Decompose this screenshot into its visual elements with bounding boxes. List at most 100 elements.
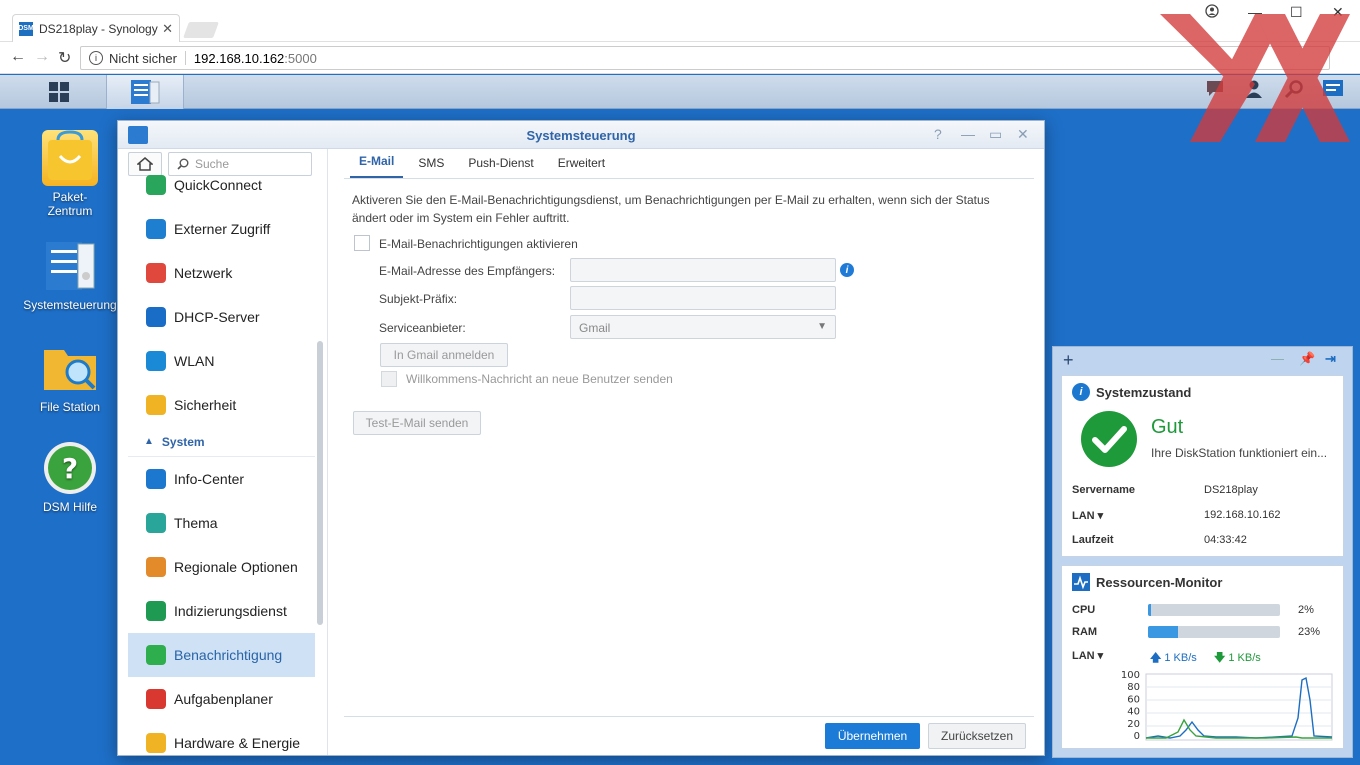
- sidebar-item-label: DHCP-Server: [174, 309, 260, 325]
- subject-prefix-field[interactable]: [570, 286, 836, 310]
- info-icon[interactable]: i: [840, 263, 854, 277]
- sidebar-item-dhcp-server[interactable]: DHCP-Server: [128, 295, 315, 339]
- ram-bar: [1148, 626, 1280, 638]
- sidebar-item-aufgabenplaner[interactable]: Aufgabenplaner: [128, 677, 315, 721]
- sidebar-item-label: Benachrichtigung: [174, 647, 283, 663]
- cpu-bar: [1148, 604, 1280, 616]
- chevron-down-icon: ▼: [817, 321, 827, 332]
- cpu-value: 2%: [1298, 604, 1314, 616]
- network-graph: 1008060 40200: [1121, 670, 1333, 742]
- sidebar-group-system[interactable]: ▲ System: [128, 427, 315, 457]
- sidebar-item-label: QuickConnect: [174, 177, 262, 193]
- server-name-value: DS218play: [1204, 484, 1258, 496]
- widget-panel: + — 📌 ⇥ i Systemzustand Gut Ihre DiskSta…: [1052, 346, 1353, 758]
- info-icon[interactable]: i: [89, 51, 103, 65]
- window-titlebar[interactable]: Systemsteuerung ? — ▭ ✕: [118, 121, 1044, 149]
- sidebar-item-regionale-optionen[interactable]: Regionale Optionen: [128, 545, 315, 589]
- enable-email-checkbox[interactable]: [354, 235, 370, 251]
- control-panel-icon: [42, 238, 98, 294]
- desktop-icon-systemsteuerung[interactable]: Systemsteuerung: [22, 238, 118, 312]
- subject-prefix-label: Subjekt-Präfix:: [379, 292, 458, 306]
- sidebar-item-info-center[interactable]: Info-Center: [128, 457, 315, 501]
- main-panel: E-Mail SMS Push-Dienst Erweitert Aktiver…: [344, 149, 1034, 755]
- health-description: Ihre DiskStation funktioniert ein...: [1151, 446, 1328, 460]
- test-email-button[interactable]: Test-E-Mail senden: [353, 411, 481, 435]
- lan-key[interactable]: LAN ▾: [1072, 650, 1103, 662]
- maximize-icon[interactable]: ▭: [989, 126, 1002, 143]
- sidebar-item-label: Sicherheit: [174, 397, 237, 413]
- sicherheit-icon: [146, 395, 166, 415]
- system-health-widget: i Systemzustand Gut Ihre DiskStation fun…: [1061, 375, 1344, 557]
- welcome-message-checkbox[interactable]: [381, 371, 397, 387]
- sidebar-item-indizierungsdienst[interactable]: Indizierungsdienst: [128, 589, 315, 633]
- close-tab-icon[interactable]: ✕: [162, 21, 173, 37]
- desktop-icon-file-station[interactable]: File Station: [22, 340, 118, 414]
- search-icon: [177, 158, 189, 170]
- lan-key[interactable]: LAN ▾: [1072, 510, 1103, 522]
- browser-tab[interactable]: DSM DS218play - Synology Di ✕: [12, 14, 180, 42]
- reload-icon[interactable]: ↻: [58, 48, 71, 68]
- add-widget-icon[interactable]: +: [1063, 350, 1074, 371]
- recipient-email-field[interactable]: [570, 258, 836, 282]
- externer-zugriff-icon: [146, 219, 166, 239]
- url-host: 192.168.10.162: [193, 50, 285, 66]
- watermark-logo: [1160, 14, 1350, 142]
- help-icon: ?: [42, 440, 98, 496]
- taskbar-systemsteuerung[interactable]: [106, 75, 184, 109]
- sidebar-item-benachrichtigung[interactable]: Benachrichtigung: [128, 633, 315, 677]
- desktop-icon-dsm-hilfe[interactable]: ? DSM Hilfe: [22, 440, 118, 514]
- server-name-key: Servername: [1072, 484, 1135, 496]
- check-icon: [1081, 411, 1137, 467]
- sidebar-item-externer-zugriff[interactable]: Externer Zugriff: [128, 207, 315, 251]
- browser-addressbar: ← → ↻ i Nicht sicher 192.168.10.162 :500…: [0, 42, 1360, 74]
- resource-monitor-widget: Ressourcen-Monitor CPU 2% RAM 23% LAN ▾ …: [1061, 565, 1344, 749]
- sidebar-item-thema[interactable]: Thema: [128, 501, 315, 545]
- dsm-taskbar: [0, 75, 1360, 109]
- sidebar-item-label: Info-Center: [174, 471, 245, 487]
- search-input[interactable]: Suche: [168, 152, 312, 176]
- tab-sms[interactable]: SMS: [409, 156, 453, 178]
- help-icon[interactable]: ?: [934, 126, 942, 142]
- control-panel-icon: [131, 80, 160, 104]
- sidebar: Suche QuickConnect Externer Zugriff Netzwe…: [118, 149, 328, 755]
- new-tab-button[interactable]: [183, 22, 219, 38]
- enable-email-label: E-Mail-Benachrichtigungen aktivieren: [379, 237, 578, 251]
- sidebar-scrollbar[interactable]: [317, 341, 323, 625]
- reset-button[interactable]: Zurücksetzen: [928, 723, 1026, 749]
- info-center-icon: [146, 469, 166, 489]
- folder-icon: [42, 340, 98, 396]
- desktop-icon-label: File Station: [39, 400, 101, 414]
- main-menu-button[interactable]: [20, 75, 98, 109]
- apply-button[interactable]: Übernehmen: [825, 723, 920, 749]
- sidebar-item-wlan[interactable]: WLAN: [128, 339, 315, 383]
- tab-erweitert[interactable]: Erweitert: [549, 156, 614, 178]
- dhcp-server-icon: [146, 307, 166, 327]
- sidebar-item-sicherheit[interactable]: Sicherheit: [128, 383, 315, 427]
- forward-icon[interactable]: →: [34, 48, 50, 66]
- download-rate: 1 KB/s: [1228, 652, 1261, 664]
- pin-icon[interactable]: 📌: [1299, 351, 1315, 367]
- back-icon[interactable]: ←: [10, 48, 26, 66]
- tab-email[interactable]: E-Mail: [350, 154, 404, 178]
- security-label: Nicht sicher: [109, 50, 177, 66]
- gmail-login-button[interactable]: In Gmail anmelden: [380, 343, 508, 367]
- ram-key: RAM: [1072, 626, 1098, 638]
- minimize-icon[interactable]: —: [1271, 351, 1284, 366]
- url-bar[interactable]: i Nicht sicher 192.168.10.162 :5000: [80, 46, 1330, 70]
- svg-text:?: ?: [62, 452, 78, 485]
- graph-tick-label: 100: [1121, 670, 1140, 681]
- sidebar-item-netzwerk[interactable]: Netzwerk: [128, 251, 315, 295]
- provider-select[interactable]: Gmail ▼: [570, 315, 836, 339]
- close-icon[interactable]: ✕: [1017, 126, 1029, 143]
- sidebar-item-hardware-energie[interactable]: Hardware & Energie: [128, 721, 315, 755]
- wlan-icon: [146, 351, 166, 371]
- desktop-icon-paket-zentrum[interactable]: Paket- Zentrum: [22, 130, 118, 218]
- package-center-icon: [42, 130, 98, 186]
- info-icon: i: [1072, 383, 1090, 401]
- minimize-icon[interactable]: —: [961, 126, 975, 142]
- regionale-optionen-icon: [146, 557, 166, 577]
- collapse-icon[interactable]: ⇥: [1325, 351, 1336, 367]
- window-title: Systemsteuerung: [526, 128, 636, 143]
- home-button[interactable]: [128, 152, 162, 176]
- tab-push-dienst[interactable]: Push-Dienst: [459, 156, 542, 178]
